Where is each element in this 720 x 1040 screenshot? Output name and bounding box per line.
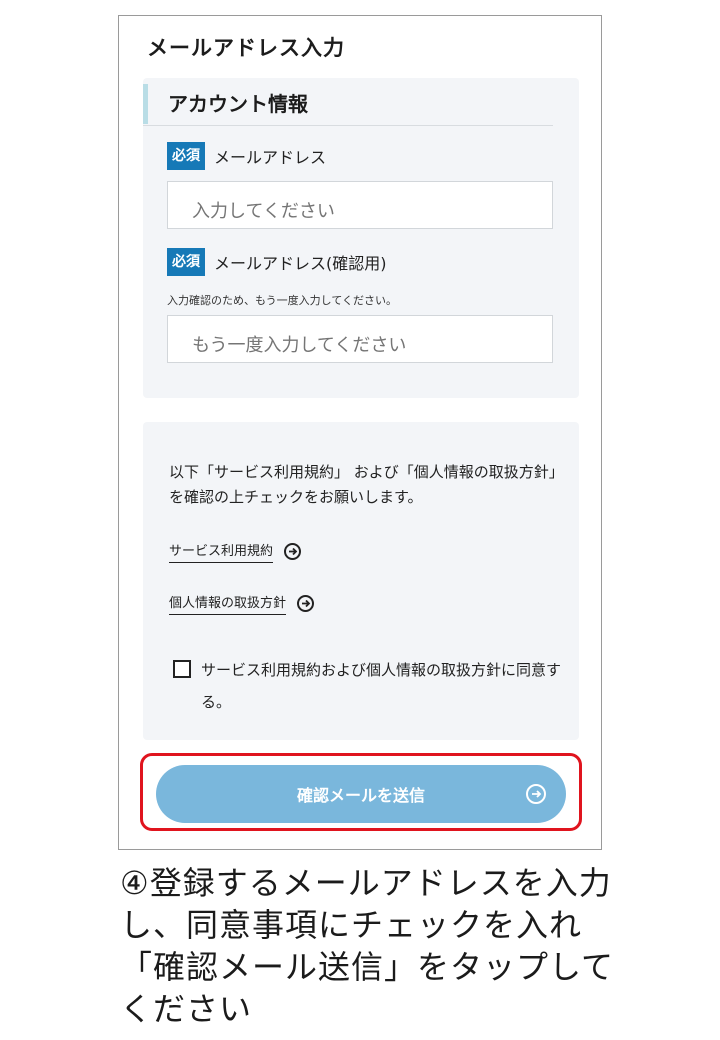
section-heading-account: アカウント情報 bbox=[143, 84, 553, 124]
account-info-card: アカウント情報 必須 メールアドレス 必須 メールアドレス(確認用) 入力確認の… bbox=[143, 78, 579, 398]
privacy-policy-link[interactable]: 個人情報の取扱方針 bbox=[169, 592, 315, 615]
agreement-text: 以下「サービス利用規約」 および「個人情報の取扱方針」を確認の上チェックをお願い… bbox=[169, 463, 564, 506]
email-confirm-label-row: 必須 メールアドレス(確認用) bbox=[167, 248, 387, 276]
send-confirmation-email-button[interactable]: 確認メールを送信 bbox=[156, 765, 566, 823]
terms-of-service-link[interactable]: サービス利用規約 bbox=[169, 540, 302, 563]
required-badge: 必須 bbox=[167, 142, 205, 170]
terms-link-label[interactable]: サービス利用規約 bbox=[169, 540, 274, 563]
agree-checkbox-label[interactable]: サービス利用規約および個人情報の取扱方針に同意する。 bbox=[201, 654, 561, 718]
email-label: メールアドレス bbox=[214, 148, 327, 167]
instruction-caption: ④登録するメールアドレスを入力し、同意事項にチェックを入れ「確認メール送信」をタ… bbox=[120, 864, 615, 1028]
agreement-card: 以下「サービス利用規約」 および「個人情報の取扱方針」を確認の上チェックをお願い… bbox=[143, 422, 579, 740]
arrow-circle-icon bbox=[284, 543, 302, 560]
required-badge: 必須 bbox=[167, 248, 205, 276]
email-label-row: 必須 メールアドレス bbox=[167, 142, 326, 170]
phone-screen: メールアドレス入力 アカウント情報 必須 メールアドレス 必須 メールアドレス(… bbox=[118, 15, 602, 850]
email-confirm-input[interactable] bbox=[167, 315, 553, 363]
privacy-link-label[interactable]: 個人情報の取扱方針 bbox=[169, 592, 287, 615]
email-input[interactable] bbox=[167, 181, 553, 229]
arrow-circle-icon bbox=[526, 784, 546, 804]
email-confirm-label: メールアドレス(確認用) bbox=[214, 254, 387, 273]
email-confirm-note: 入力確認のため、もう一度入力してください。 bbox=[167, 294, 398, 307]
agree-checkbox[interactable] bbox=[173, 660, 191, 678]
arrow-circle-icon bbox=[297, 595, 315, 612]
section-divider bbox=[143, 125, 553, 126]
page-title: メールアドレス入力 bbox=[147, 36, 345, 60]
send-button-label: 確認メールを送信 bbox=[296, 788, 425, 805]
